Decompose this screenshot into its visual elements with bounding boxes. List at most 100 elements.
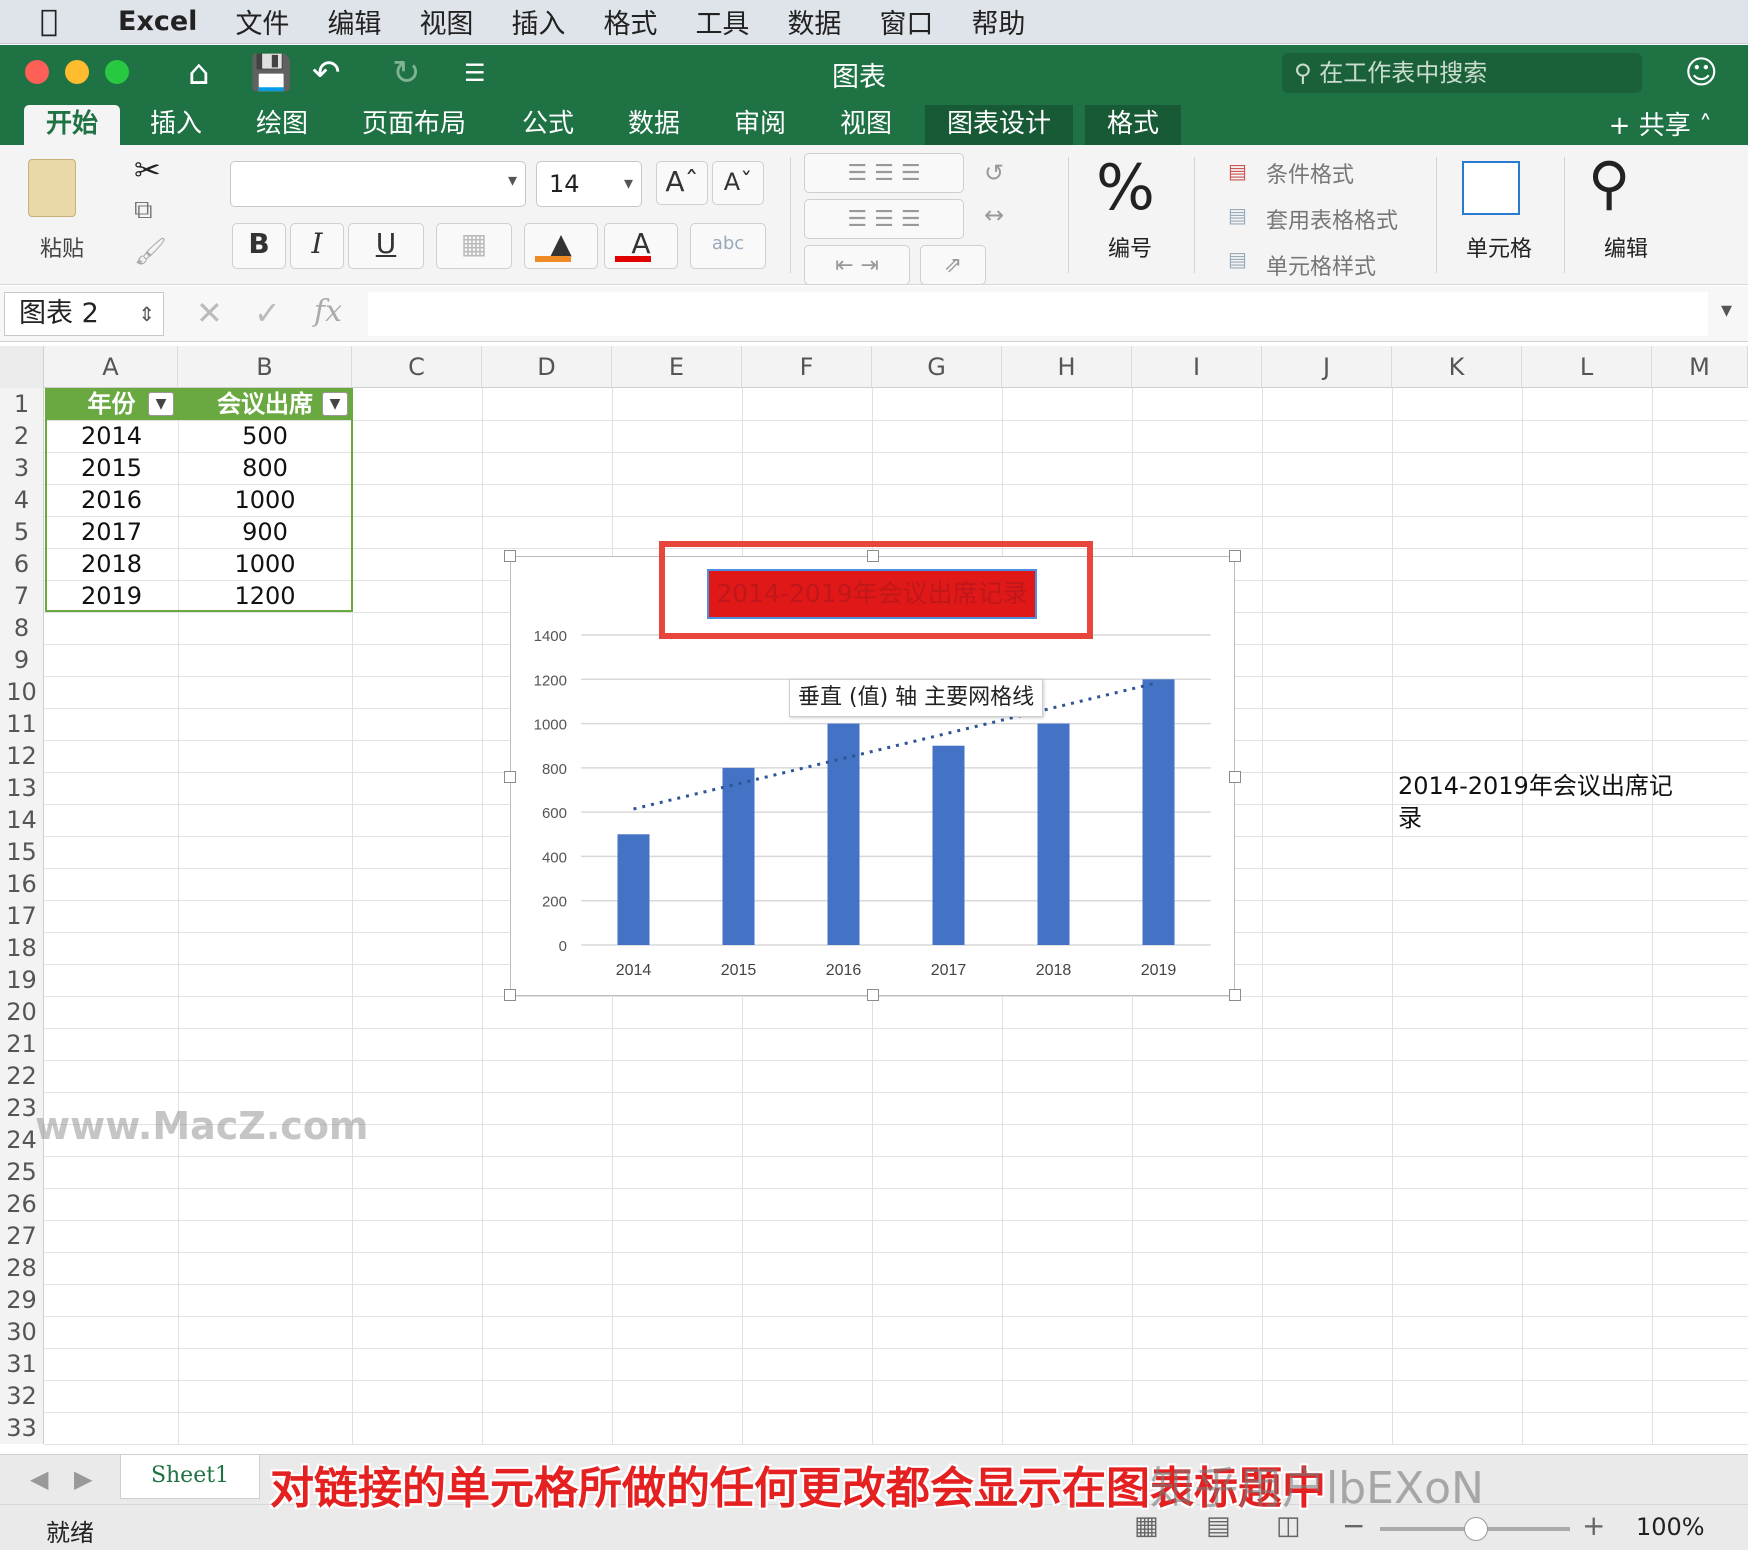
row-header[interactable]: 26 [0, 1188, 44, 1220]
insert-function-icon[interactable]: fx [314, 294, 342, 329]
filter-dropdown-icon[interactable]: ▼ [322, 392, 348, 416]
row-header[interactable]: 13 [0, 772, 44, 804]
row-header[interactable]: 22 [0, 1060, 44, 1092]
resize-handle[interactable] [867, 550, 879, 562]
close-window-button[interactable] [25, 60, 49, 84]
find-icon[interactable]: ⚲ [1588, 149, 1630, 217]
row-header[interactable]: 12 [0, 740, 44, 772]
menu-data[interactable]: 数据 [787, 2, 841, 41]
menu-window[interactable]: 窗口 [879, 2, 933, 41]
text-effects-icon[interactable]: abc [690, 223, 766, 269]
resize-handle[interactable] [1229, 989, 1241, 1001]
table-format-button[interactable]: 套用表格格式 [1266, 203, 1398, 235]
table-cell-year[interactable]: 2018 [45, 548, 178, 580]
cut-icon[interactable]: ✂ [134, 151, 161, 189]
column-header-i[interactable]: I [1132, 346, 1262, 388]
column-header-b[interactable]: B [178, 346, 352, 388]
row-header[interactable]: 27 [0, 1220, 44, 1252]
tab-chart-design[interactable]: 图表设计 [925, 105, 1074, 145]
chart-object[interactable]: 0 200 400 600 800 1000 1200 1400 2014 2015 2016 201… [504, 541, 1241, 1001]
font-color-icon[interactable]: A [604, 223, 678, 269]
underline-button[interactable]: U [348, 223, 424, 269]
undo-icon[interactable]: ↶ [312, 53, 341, 93]
resize-handle[interactable] [867, 989, 879, 1001]
font-size-select[interactable]: 14 ▾ [536, 161, 642, 207]
menu-app-name[interactable]: Excel [118, 6, 197, 37]
scroll-right-icon[interactable]: ▶ [74, 1465, 92, 1493]
row-header[interactable]: 33 [0, 1412, 44, 1444]
row-header[interactable]: 3 [0, 452, 44, 484]
tab-data[interactable]: 数据 [606, 105, 702, 145]
feedback-smiley-icon[interactable]: ☺ [1685, 53, 1718, 91]
row-header[interactable]: 18 [0, 932, 44, 964]
row-header[interactable]: 2 [0, 420, 44, 452]
column-header-a[interactable]: A [44, 346, 178, 388]
menu-file[interactable]: 文件 [235, 2, 289, 41]
indent-icons[interactable]: ⇤ ⇥ [804, 245, 910, 285]
bold-button[interactable]: B [232, 223, 286, 269]
column-header-g[interactable]: G [872, 346, 1002, 388]
table-cell-year[interactable]: 2017 [45, 516, 178, 548]
minimize-window-button[interactable] [65, 60, 89, 84]
merge-cells-icon[interactable]: ↔ [984, 201, 1004, 229]
copy-icon[interactable]: ⧉ [134, 195, 153, 226]
menu-format[interactable]: 格式 [603, 2, 657, 41]
resize-handle[interactable] [1229, 771, 1241, 783]
fill-color-icon[interactable]: ▲ [524, 223, 598, 269]
enter-icon[interactable]: ✓ [254, 294, 281, 332]
row-header[interactable]: 21 [0, 1028, 44, 1060]
conditional-format-button[interactable]: 条件格式 [1266, 157, 1354, 189]
menu-view[interactable]: 视图 [419, 2, 473, 41]
tab-view[interactable]: 视图 [818, 105, 914, 145]
increase-font-icon[interactable]: Aˆ [656, 161, 708, 205]
row-header[interactable]: 29 [0, 1284, 44, 1316]
column-header-h[interactable]: H [1002, 346, 1132, 388]
menu-help[interactable]: 帮助 [971, 2, 1025, 41]
row-header[interactable]: 15 [0, 836, 44, 868]
menu-edit[interactable]: 编辑 [327, 2, 381, 41]
menu-tools[interactable]: 工具 [695, 2, 749, 41]
tab-draw[interactable]: 绘图 [234, 105, 330, 145]
orientation-icon[interactable]: ⇗ [920, 245, 986, 285]
zoom-slider[interactable] [1380, 1517, 1570, 1541]
linked-title-cell[interactable]: 2014-2019年会议出席记录 [1392, 770, 1692, 832]
column-header-f[interactable]: F [742, 346, 872, 388]
table-cell-attendance[interactable]: 500 [178, 420, 352, 452]
row-header[interactable]: 10 [0, 676, 44, 708]
customize-toolbar-icon[interactable]: ☰ [464, 59, 486, 87]
row-header[interactable]: 20 [0, 996, 44, 1028]
expand-formula-icon[interactable]: ▾ [1721, 298, 1732, 323]
sheet-tab-sheet1[interactable]: Sheet1 [120, 1455, 260, 1499]
row-header[interactable]: 9 [0, 644, 44, 676]
tab-format[interactable]: 格式 [1085, 105, 1182, 145]
column-header-d[interactable]: D [482, 346, 612, 388]
row-header[interactable]: 16 [0, 868, 44, 900]
cancel-icon[interactable]: ✕ [196, 294, 223, 332]
redo-icon[interactable]: ↻ [392, 53, 421, 93]
row-header[interactable]: 4 [0, 484, 44, 516]
table-cell-year[interactable]: 2015 [45, 452, 178, 484]
table-cell-year[interactable]: 2014 [45, 420, 178, 452]
row-header[interactable]: 31 [0, 1348, 44, 1380]
row-header[interactable]: 30 [0, 1316, 44, 1348]
cell-styles-button[interactable]: 单元格样式 [1266, 249, 1376, 281]
menu-insert[interactable]: 插入 [511, 2, 565, 41]
row-header[interactable]: 11 [0, 708, 44, 740]
resize-handle[interactable] [504, 550, 516, 562]
cells-icon[interactable] [1462, 161, 1520, 215]
borders-icon[interactable]: ▦ [436, 223, 512, 269]
row-header[interactable]: 8 [0, 612, 44, 644]
resize-handle[interactable] [504, 989, 516, 1001]
resize-handle[interactable] [1229, 550, 1241, 562]
row-header[interactable]: 5 [0, 516, 44, 548]
row-header[interactable]: 7 [0, 580, 44, 612]
formula-input[interactable] [368, 292, 1708, 336]
table-cell-attendance[interactable]: 900 [178, 516, 352, 548]
tab-formulas[interactable]: 公式 [500, 105, 596, 145]
scroll-left-icon[interactable]: ◀ [30, 1465, 48, 1493]
align-horizontal-icons[interactable]: ☰ ☰ ☰ [804, 199, 964, 239]
select-all-corner[interactable] [0, 346, 44, 388]
align-top-icons[interactable]: ☰ ☰ ☰ [804, 153, 964, 193]
filter-dropdown-icon[interactable]: ▼ [148, 392, 174, 416]
paste-icon[interactable] [28, 159, 76, 217]
